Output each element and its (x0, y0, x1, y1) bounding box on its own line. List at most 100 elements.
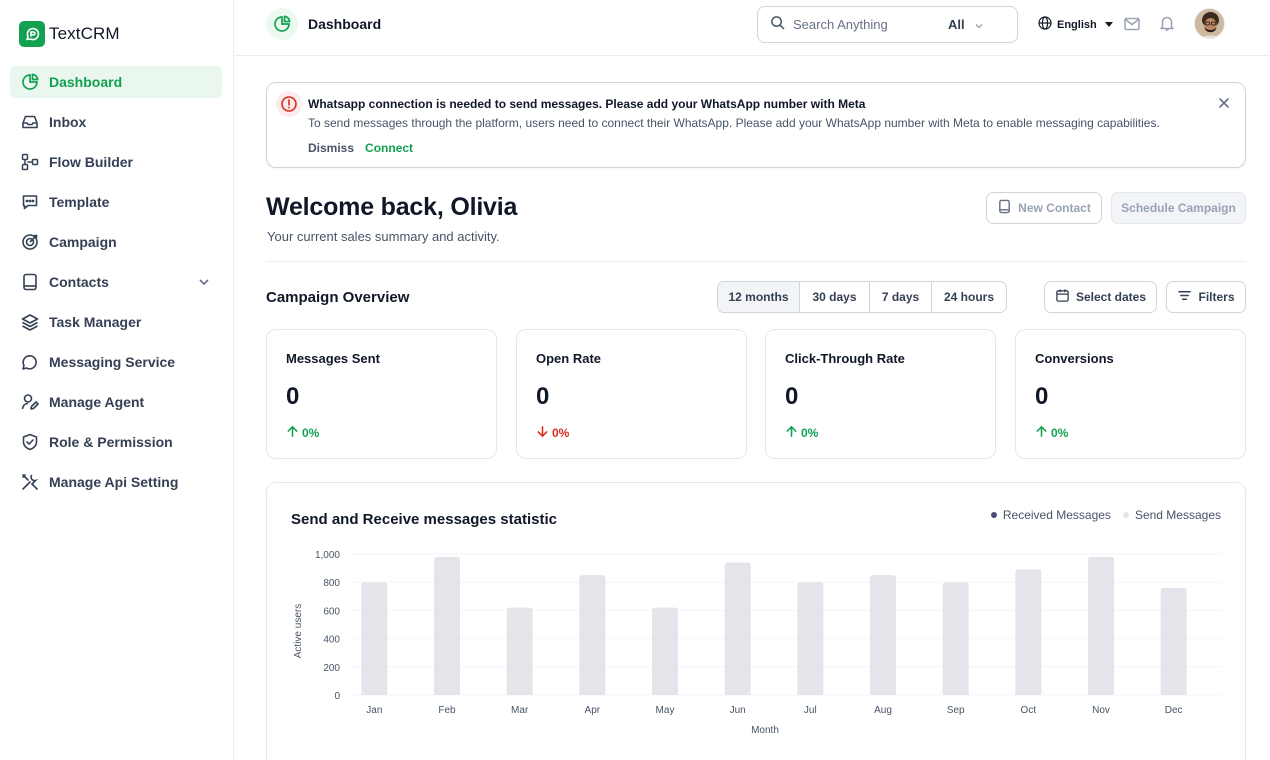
search-input[interactable]: Search Anything All (757, 6, 1018, 43)
sidebar-item-label: Contacts (49, 274, 109, 290)
x-tick-label: Jan (366, 705, 382, 716)
alert-circle-icon (276, 91, 302, 117)
select-dates-label: Select dates (1075, 290, 1147, 304)
globe-icon (1038, 16, 1052, 33)
y-tick-label: 600 (323, 606, 340, 617)
calendar-icon (1055, 288, 1070, 306)
bar (652, 607, 678, 695)
page-title: Dashboard (308, 16, 382, 32)
chevron-down-icon[interactable] (973, 19, 985, 31)
x-tick-label: Oct (1021, 705, 1037, 716)
y-tick-label: 0 (334, 691, 340, 702)
stat-change: 0% (785, 425, 818, 441)
sidebar-item-messaging-service[interactable]: Messaging Service (10, 346, 222, 378)
sidebar-item-label: Manage Agent (49, 394, 145, 410)
campaign-overview-title: Campaign Overview (266, 289, 410, 306)
chevron-down-icon[interactable] (196, 274, 212, 290)
sidebar-item-campaign[interactable]: Campaign (10, 226, 222, 258)
select-dates-button[interactable]: Select dates (1044, 281, 1157, 313)
y-tick-label: 800 (323, 578, 340, 589)
filters-button[interactable]: Filters (1166, 281, 1246, 313)
x-tick-label: Mar (511, 705, 529, 716)
sidebar-item-label: Template (49, 194, 110, 210)
app-logo[interactable]: TextCRM (19, 21, 120, 47)
sidebar-item-role-permission[interactable]: Role & Permission (10, 426, 222, 458)
arrow-up-icon (785, 425, 798, 441)
stat-change-value: 0% (552, 426, 570, 440)
sidebar-item-label: Messaging Service (49, 354, 176, 370)
bar (434, 556, 460, 695)
stat-label: Open Rate (536, 351, 602, 366)
mail-icon[interactable] (1123, 15, 1141, 33)
language-label: English (1057, 18, 1097, 31)
bar-chart: 0 200 400 600 800 1,000 Jan Feb Mar Apr May Jun Jul A… (293, 550, 1222, 736)
x-tick-label: Apr (585, 705, 601, 716)
x-axis-title: Month (751, 725, 779, 736)
x-tick-label: May (656, 705, 675, 716)
caret-down-icon (1104, 22, 1113, 27)
avatar[interactable] (1194, 8, 1225, 39)
stat-change-value: 0% (801, 426, 819, 440)
role-permission-icon (20, 432, 40, 452)
connect-button[interactable]: Connect (365, 141, 413, 155)
bar (1160, 587, 1187, 695)
alert-title: Whatsapp connection is needed to send me… (308, 97, 866, 111)
search-placeholder: Search Anything (793, 17, 888, 32)
sidebar-item-contacts[interactable]: Contacts (10, 266, 222, 298)
close-icon[interactable] (1217, 96, 1231, 110)
sidebar-item-inbox[interactable]: Inbox (10, 106, 222, 138)
dashboard-icon (20, 72, 40, 92)
messaging-service-icon (20, 352, 40, 372)
arrow-down-icon (536, 425, 549, 441)
bar (506, 607, 533, 695)
sidebar: TextCRM Dashboard Inbox Flow Builder Tem… (0, 0, 234, 760)
sidebar-item-task-manager[interactable]: Task Manager (10, 306, 222, 338)
bell-icon[interactable] (1158, 14, 1176, 32)
app-name: TextCRM (49, 24, 120, 43)
sidebar-nav: Dashboard Inbox Flow Builder Template Ca… (10, 66, 222, 506)
filter-lines-icon (1177, 288, 1192, 306)
arrow-up-icon (1035, 425, 1048, 441)
language-select[interactable]: English (1038, 16, 1113, 33)
stat-card-messages-sent: Messages Sent 0 0% (266, 329, 497, 459)
range-7-days-tab[interactable]: 7 days (870, 282, 932, 312)
y-tick-label: 400 (323, 635, 340, 646)
stat-change: 0% (286, 425, 319, 441)
sidebar-item-label: Role & Permission (49, 434, 173, 450)
new-contact-button[interactable]: New Contact (986, 192, 1102, 224)
sidebar-item-manage-api-setting[interactable]: Manage Api Setting (10, 466, 222, 498)
dismiss-button[interactable]: Dismiss (308, 141, 354, 155)
sidebar-item-dashboard[interactable]: Dashboard (10, 66, 222, 98)
x-tick-label: Jun (730, 705, 746, 716)
range-selector: 12 months 30 days 7 days 24 hours (717, 281, 1007, 313)
y-tick-label: 1,000 (315, 550, 340, 561)
sidebar-item-manage-agent[interactable]: Manage Agent (10, 386, 222, 418)
sidebar-item-label: Inbox (49, 114, 87, 130)
x-tick-label: Dec (1165, 705, 1183, 716)
stat-value: 0 (1035, 383, 1049, 410)
dashboard-icon (266, 8, 298, 40)
sidebar-item-label: Flow Builder (49, 154, 133, 170)
stat-change: 0% (1035, 425, 1068, 441)
sidebar-item-label: Dashboard (49, 74, 123, 90)
y-tick-label: 200 (323, 663, 340, 674)
stat-label: Conversions (1035, 351, 1114, 366)
schedule-campaign-button[interactable]: Schedule Campaign (1111, 192, 1246, 224)
sidebar-item-flow-builder[interactable]: Flow Builder (10, 146, 222, 178)
range-12-months-tab[interactable]: 12 months (718, 282, 800, 312)
stat-card-open-rate: Open Rate 0 0% (516, 329, 747, 459)
contact-book-icon (997, 199, 1012, 217)
sidebar-item-template[interactable]: Template (10, 186, 222, 218)
section-divider (266, 261, 1246, 262)
contacts-icon (20, 272, 40, 292)
x-tick-label: Nov (1092, 705, 1110, 716)
stat-value: 0 (286, 383, 300, 410)
range-24-hours-tab[interactable]: 24 hours (932, 282, 1006, 312)
bar (797, 582, 824, 695)
stat-change-value: 0% (302, 426, 320, 440)
stat-label: Click-Through Rate (785, 351, 905, 366)
search-scope-select[interactable]: All (948, 17, 965, 32)
new-contact-label: New Contact (1018, 201, 1091, 215)
range-30-days-tab[interactable]: 30 days (800, 282, 870, 312)
bar (1015, 569, 1042, 695)
